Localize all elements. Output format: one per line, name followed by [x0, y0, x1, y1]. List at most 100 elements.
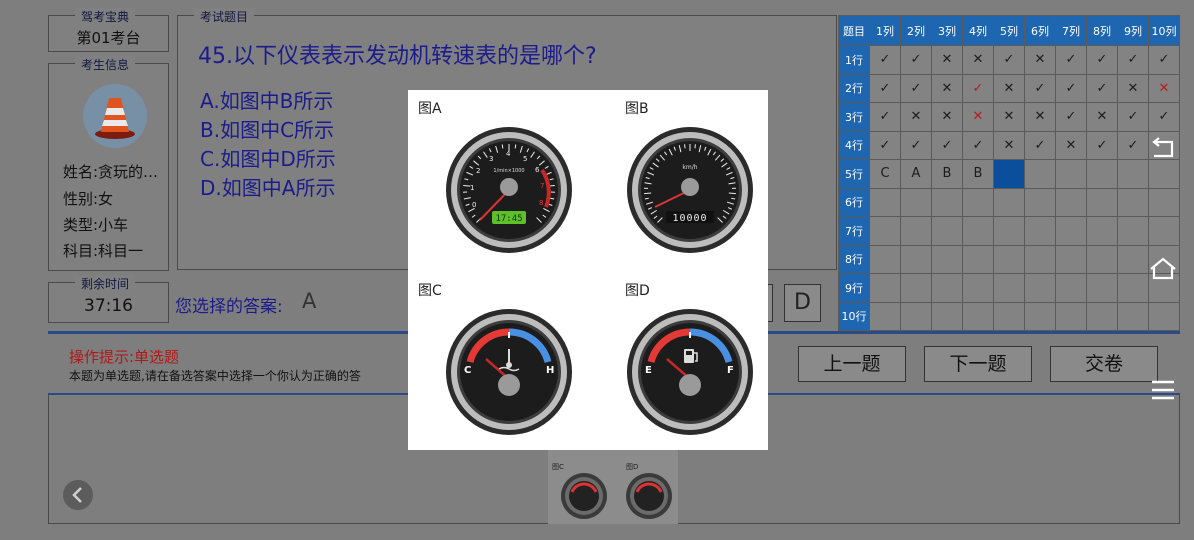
grid-cell[interactable]: ✓ — [962, 73, 994, 103]
grid-cell[interactable] — [900, 244, 932, 274]
grid-cell[interactable] — [1117, 301, 1149, 331]
grid-cell[interactable] — [931, 273, 963, 303]
grid-cell[interactable] — [1024, 159, 1056, 189]
grid-cell[interactable]: ✕ — [1055, 130, 1087, 160]
grid-cell[interactable]: B — [962, 159, 994, 189]
grid-cell[interactable] — [900, 187, 932, 217]
grid-cell[interactable]: ✕ — [1024, 45, 1056, 75]
grid-cell[interactable]: ✓ — [993, 45, 1025, 75]
prev-question-button[interactable]: 上一题 — [798, 346, 906, 382]
grid-cell[interactable] — [1055, 159, 1087, 189]
grid-cell[interactable] — [900, 301, 932, 331]
grid-cell[interactable]: ✕ — [1024, 102, 1056, 132]
option-a[interactable]: A.如图中B所示 — [200, 85, 333, 114]
grid-cell[interactable]: ✕ — [931, 45, 963, 75]
grid-cell[interactable]: ✓ — [1055, 102, 1087, 132]
grid-cell[interactable]: ✓ — [869, 130, 901, 160]
grid-cell[interactable] — [1086, 187, 1118, 217]
grid-cell[interactable]: ✓ — [1086, 73, 1118, 103]
grid-cell[interactable]: ✓ — [869, 102, 901, 132]
grid-cell[interactable]: A — [900, 159, 932, 189]
grid-cell[interactable] — [1055, 216, 1087, 246]
grid-cell[interactable] — [993, 301, 1025, 331]
next-question-button[interactable]: 下一题 — [924, 346, 1032, 382]
grid-cell[interactable] — [1117, 244, 1149, 274]
grid-cell[interactable] — [993, 273, 1025, 303]
grid-cell[interactable] — [962, 187, 994, 217]
grid-cell[interactable] — [993, 187, 1025, 217]
grid-cell[interactable] — [1055, 301, 1087, 331]
grid-cell[interactable] — [1024, 244, 1056, 274]
submit-exam-button[interactable]: 交卷 — [1050, 346, 1158, 382]
grid-cell[interactable] — [1117, 273, 1149, 303]
grid-cell[interactable] — [869, 273, 901, 303]
grid-cell[interactable]: ✓ — [1055, 45, 1087, 75]
grid-cell[interactable] — [1024, 301, 1056, 331]
grid-cell[interactable] — [1055, 244, 1087, 274]
grid-cell[interactable]: B — [931, 159, 963, 189]
grid-cell[interactable] — [1148, 187, 1180, 217]
grid-cell[interactable]: ✕ — [931, 73, 963, 103]
grid-cell[interactable] — [1055, 187, 1087, 217]
grid-cell[interactable] — [931, 216, 963, 246]
grid-cell[interactable]: ✓ — [1055, 73, 1087, 103]
answer-button-c-edge[interactable] — [768, 284, 773, 322]
grid-cell[interactable] — [993, 159, 1025, 189]
grid-cell[interactable]: ✓ — [1117, 130, 1149, 160]
option-d[interactable]: D.如图中A所示 — [200, 172, 335, 201]
grid-cell[interactable] — [1024, 216, 1056, 246]
grid-cell[interactable]: ✕ — [993, 73, 1025, 103]
grid-cell[interactable] — [962, 216, 994, 246]
grid-cell[interactable] — [993, 216, 1025, 246]
back-button[interactable] — [1148, 134, 1178, 164]
grid-cell[interactable]: ✓ — [900, 45, 932, 75]
grid-cell[interactable] — [1086, 216, 1118, 246]
grid-cell[interactable]: ✓ — [869, 45, 901, 75]
grid-cell[interactable] — [1024, 273, 1056, 303]
grid-cell[interactable]: ✓ — [1148, 102, 1180, 132]
back-arrow-button[interactable] — [63, 480, 93, 510]
grid-cell[interactable]: ✓ — [962, 130, 994, 160]
grid-cell[interactable]: ✓ — [900, 130, 932, 160]
grid-cell[interactable]: ✕ — [1086, 102, 1118, 132]
grid-cell[interactable] — [1148, 216, 1180, 246]
grid-cell[interactable] — [1148, 301, 1180, 331]
grid-cell[interactable] — [869, 216, 901, 246]
grid-cell[interactable]: ✕ — [962, 102, 994, 132]
grid-cell[interactable] — [1024, 187, 1056, 217]
grid-cell[interactable] — [1055, 273, 1087, 303]
grid-cell[interactable]: ✓ — [1086, 45, 1118, 75]
grid-cell[interactable]: ✓ — [1148, 45, 1180, 75]
grid-cell[interactable] — [962, 301, 994, 331]
grid-cell[interactable]: C — [869, 159, 901, 189]
option-b[interactable]: B.如图中C所示 — [200, 114, 334, 143]
grid-cell[interactable] — [900, 273, 932, 303]
grid-cell[interactable]: ✕ — [1117, 73, 1149, 103]
grid-cell[interactable]: ✓ — [931, 130, 963, 160]
grid-cell[interactable] — [962, 244, 994, 274]
grid-cell[interactable] — [1117, 159, 1149, 189]
grid-cell[interactable]: ✕ — [1148, 73, 1180, 103]
grid-cell[interactable] — [1086, 244, 1118, 274]
grid-cell[interactable]: ✓ — [1024, 130, 1056, 160]
grid-cell[interactable] — [1086, 159, 1118, 189]
grid-cell[interactable]: ✕ — [962, 45, 994, 75]
option-c[interactable]: C.如图中D所示 — [200, 143, 336, 172]
grid-cell[interactable] — [931, 244, 963, 274]
grid-cell[interactable]: ✓ — [900, 73, 932, 103]
grid-cell[interactable] — [931, 301, 963, 331]
grid-cell[interactable] — [1117, 187, 1149, 217]
grid-cell[interactable] — [993, 244, 1025, 274]
grid-cell[interactable] — [1086, 273, 1118, 303]
home-button[interactable] — [1148, 254, 1178, 284]
grid-cell[interactable]: ✓ — [1117, 45, 1149, 75]
grid-cell[interactable] — [900, 216, 932, 246]
grid-cell[interactable] — [931, 187, 963, 217]
answer-button-d[interactable]: D — [784, 284, 821, 322]
grid-cell[interactable]: ✓ — [869, 73, 901, 103]
grid-cell[interactable] — [869, 187, 901, 217]
grid-cell[interactable] — [1117, 216, 1149, 246]
grid-cell[interactable]: ✕ — [993, 102, 1025, 132]
grid-cell[interactable]: ✕ — [900, 102, 932, 132]
grid-cell[interactable] — [869, 244, 901, 274]
